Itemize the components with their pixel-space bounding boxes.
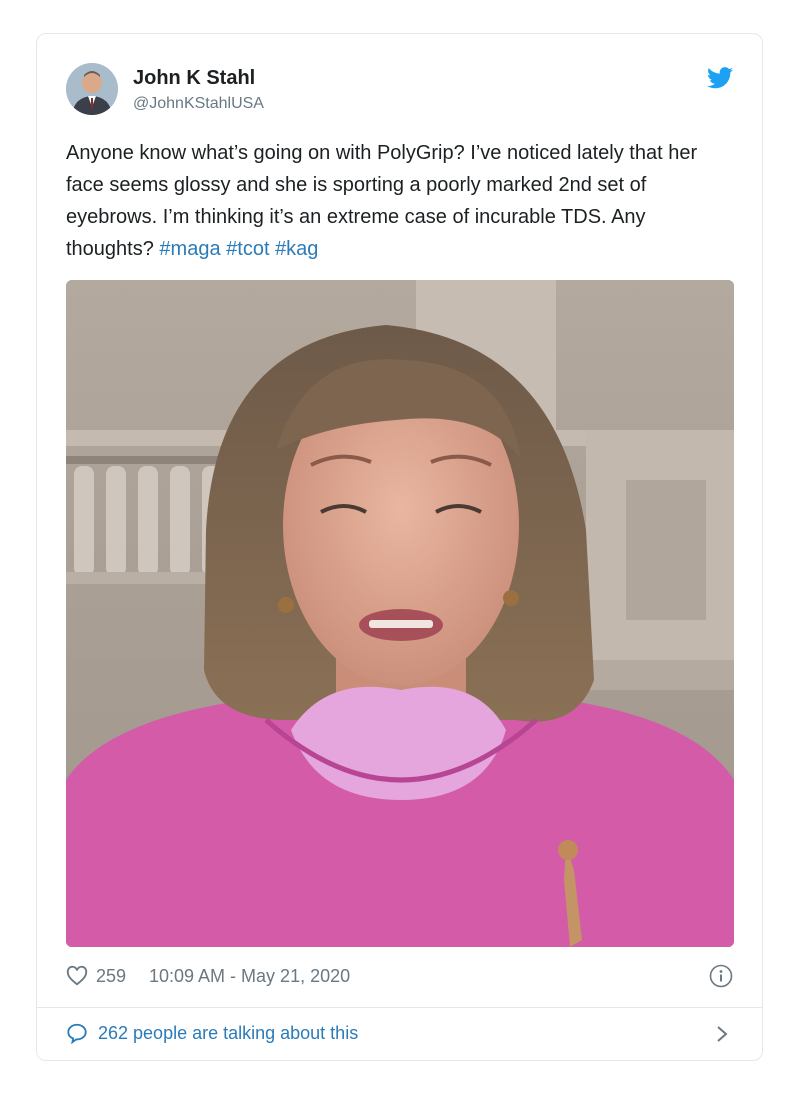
avatar[interactable] xyxy=(66,63,118,115)
author-handle[interactable]: @JohnKStahlUSA xyxy=(133,95,264,113)
tweet-card: John K Stahl @JohnKStahlUSA Anyone know … xyxy=(36,33,763,1061)
twitter-bird-icon[interactable] xyxy=(707,67,733,89)
heart-icon[interactable] xyxy=(66,965,88,987)
like-count[interactable]: 259 xyxy=(96,966,126,987)
speech-bubble-icon xyxy=(67,1023,87,1044)
tweet-header: John K Stahl @JohnKStahlUSA xyxy=(66,62,733,118)
hashtag-kag[interactable]: #kag xyxy=(275,238,318,260)
tweet-meta: 259 10:09 AM - May 21, 2020 xyxy=(66,963,733,993)
talking-about-text[interactable]: 262 people are talking about this xyxy=(98,1023,358,1044)
tweet-media-photo[interactable] xyxy=(66,280,734,947)
info-icon[interactable] xyxy=(709,964,733,988)
hashtag-tcot[interactable]: #tcot xyxy=(226,238,269,260)
tweet-text: Anyone know what’s going on with PolyGri… xyxy=(66,137,736,265)
tweet-timestamp[interactable]: 10:09 AM - May 21, 2020 xyxy=(149,966,350,987)
divider xyxy=(37,1007,762,1008)
hashtag-maga[interactable]: #maga xyxy=(159,238,220,260)
chevron-right-icon[interactable] xyxy=(715,1023,729,1045)
author-display-name[interactable]: John K Stahl xyxy=(133,67,255,90)
talking-about-link[interactable]: 262 people are talking about this xyxy=(66,1019,733,1049)
